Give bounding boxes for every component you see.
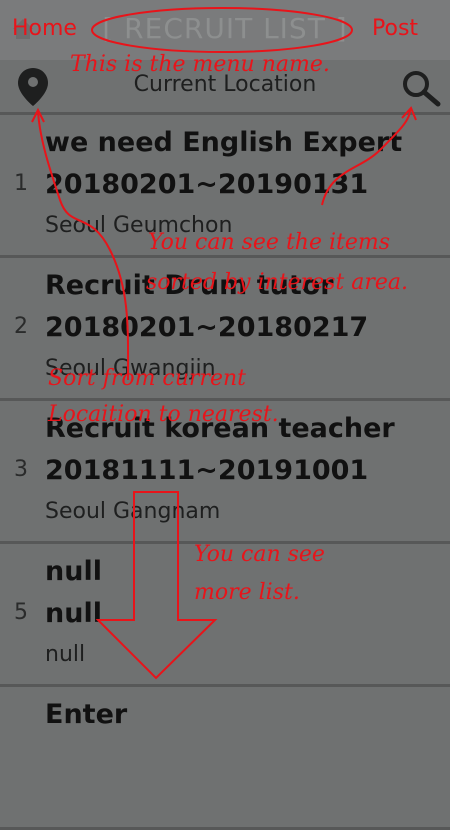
post-note: Post	[372, 16, 419, 41]
interest-area-note-2: sorted by interest area.	[146, 270, 408, 295]
item-number: 5	[14, 600, 28, 625]
item-number: 3	[14, 457, 28, 482]
list-item[interactable]: Enter	[0, 687, 450, 830]
nearest-note-1: Sort from current	[48, 366, 246, 391]
item-area: Seoul Gangnam	[45, 499, 221, 524]
item-dates: 20180201~20190131	[45, 169, 369, 200]
item-dates: 20180201~20180217	[45, 312, 369, 343]
nearest-note-2: Locaition to nearest.	[48, 402, 279, 427]
menu-title: [ RECRUIT LIST ]	[102, 12, 348, 45]
item-area: null	[45, 642, 86, 667]
more-list-note-2: more list.	[194, 580, 300, 605]
interest-area-note-1: You can see the items	[148, 230, 391, 255]
more-list-note-1: You can see	[194, 542, 325, 567]
recruit-list: 1 we need English Expert 20180201~201901…	[0, 115, 450, 830]
item-dates: null	[45, 598, 102, 629]
menu-name-note: This is the menu name.	[70, 52, 330, 77]
item-title: we need English Expert	[45, 127, 403, 158]
home-note: Home	[12, 16, 77, 41]
item-number: 2	[14, 314, 28, 339]
search-icon[interactable]	[400, 68, 442, 108]
item-title: null	[45, 556, 102, 587]
item-title: Enter	[45, 699, 128, 730]
item-number: 1	[14, 171, 28, 196]
item-dates: 20181111~20191001	[45, 455, 369, 486]
